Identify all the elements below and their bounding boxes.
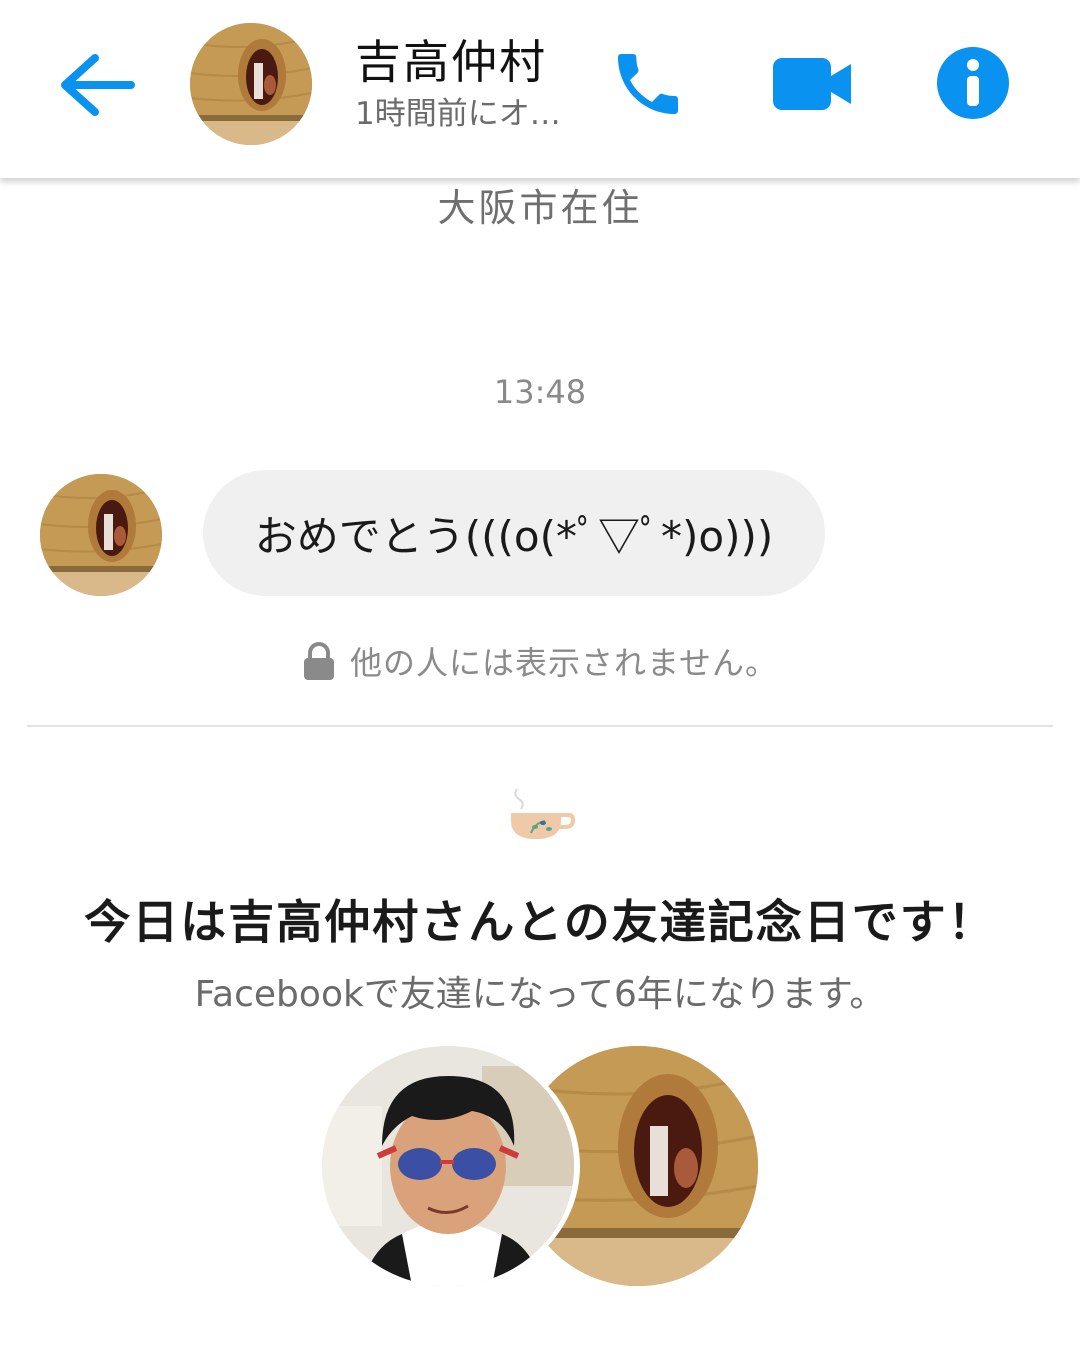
received-message-bubble[interactable]: おめでとう(((o(*ﾟ▽ﾟ*)o))): [203, 470, 825, 596]
tea-cup-icon: [505, 785, 576, 845]
contact-name-block[interactable]: 吉高仲村 1時間前にオ…: [355, 32, 595, 136]
message-text: おめでとう(((o(*ﾟ▽ﾟ*)o))): [254, 511, 774, 561]
back-arrow-icon: [61, 54, 135, 116]
conversation-header: 吉高仲村 1時間前にオ…: [0, 0, 1080, 178]
section-divider: [27, 725, 1053, 727]
video-call-button[interactable]: [762, 38, 862, 130]
anniversary-title: 今日は吉高仲村さんとの友達記念日です！: [84, 895, 996, 949]
privacy-note: 他の人には表示されません。: [0, 638, 1080, 684]
phone-icon: [618, 54, 678, 114]
message-timestamp: 13:48: [493, 373, 587, 411]
back-button[interactable]: [50, 40, 140, 130]
message-sender-avatar[interactable]: [40, 474, 162, 596]
contact-location: 大阪市在住: [437, 186, 643, 230]
privacy-note-text: 他の人には表示されません。: [349, 644, 779, 682]
anniversary-subtitle: Facebookで友達になって6年になります。: [194, 974, 886, 1015]
info-button[interactable]: [930, 40, 1016, 126]
active-status: 1時間前にオ…: [355, 96, 561, 132]
voice-call-button[interactable]: [602, 38, 694, 130]
info-icon: [937, 47, 1009, 119]
contact-name: 吉高仲村: [355, 35, 547, 89]
contact-avatar[interactable]: [190, 23, 312, 145]
video-camera-icon: [773, 58, 851, 110]
user-profile-photo: [322, 1046, 574, 1286]
lock-icon: [303, 642, 334, 680]
